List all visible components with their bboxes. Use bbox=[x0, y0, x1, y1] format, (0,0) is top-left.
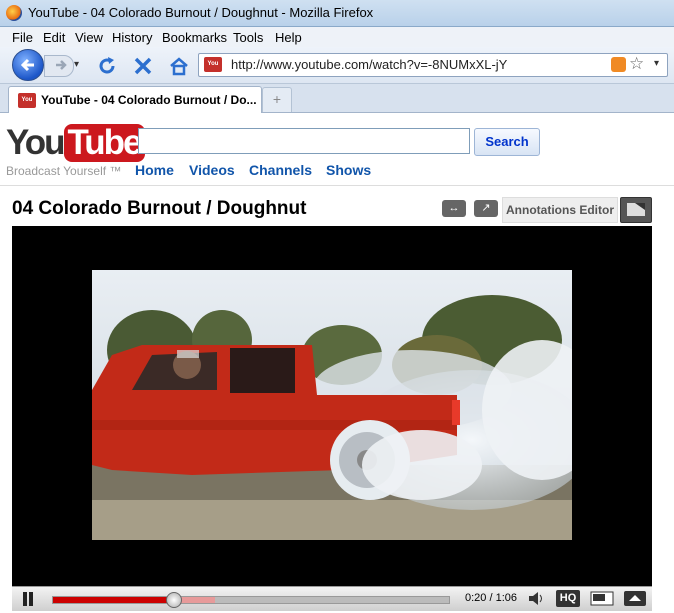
url-dropdown-icon[interactable]: ▾ bbox=[654, 58, 659, 69]
tab-bar: You YouTube - 04 Colorado Burnout / Do..… bbox=[0, 84, 674, 113]
menu-help[interactable]: Help bbox=[275, 30, 302, 45]
divider bbox=[0, 185, 674, 186]
firefox-icon bbox=[6, 5, 22, 21]
search-button[interactable]: Search bbox=[474, 128, 540, 156]
scrubber-handle[interactable] bbox=[165, 592, 182, 608]
forward-arrow-icon bbox=[56, 60, 67, 70]
expand-player-icon[interactable]: ↔ bbox=[442, 200, 466, 217]
menu-bar: File Edit View History Bookmarks Tools H… bbox=[0, 27, 674, 47]
video-frame[interactable] bbox=[92, 270, 572, 540]
history-dropdown-icon[interactable]: ▾ bbox=[74, 59, 79, 70]
navigation-toolbar: ▾ You http://www.youtube.com/watch?v=-8N… bbox=[0, 47, 674, 84]
annotations-editor-button[interactable]: Annotations Editor bbox=[502, 197, 618, 223]
menu-bookmarks[interactable]: Bookmarks bbox=[162, 30, 227, 45]
tagline: Broadcast Yourself ™ bbox=[6, 164, 122, 178]
tab-youtube[interactable]: You YouTube - 04 Colorado Burnout / Do..… bbox=[8, 86, 262, 113]
menu-history[interactable]: History bbox=[112, 30, 152, 45]
search-input[interactable] bbox=[138, 128, 470, 154]
player-controls: 0:20 / 1:06 HQ bbox=[12, 586, 652, 611]
stop-icon[interactable] bbox=[132, 55, 154, 77]
nav-shows[interactable]: Shows bbox=[326, 162, 371, 178]
video-scene bbox=[92, 270, 572, 540]
new-tab-button[interactable]: + bbox=[262, 87, 292, 112]
progress-bar[interactable] bbox=[52, 592, 450, 608]
nav-home[interactable]: Home bbox=[135, 162, 174, 178]
nav-channels[interactable]: Channels bbox=[249, 162, 312, 178]
menu-tools[interactable]: Tools bbox=[233, 30, 263, 45]
rss-feed-icon[interactable] bbox=[611, 57, 626, 72]
annotation-page-icon bbox=[627, 203, 645, 216]
timecode: 0:20 / 1:06 bbox=[465, 592, 517, 604]
fullscreen-menu-icon[interactable] bbox=[623, 590, 647, 607]
reload-icon[interactable] bbox=[96, 55, 118, 77]
back-arrow-icon bbox=[20, 58, 34, 72]
tab-label: YouTube - 04 Colorado Burnout / Do... bbox=[41, 93, 257, 107]
window-title: YouTube - 04 Colorado Burnout / Doughnut… bbox=[28, 5, 374, 20]
youtube-favicon-icon: You bbox=[204, 57, 222, 72]
logo-tube: Tube bbox=[63, 124, 145, 162]
pause-icon[interactable] bbox=[22, 592, 34, 606]
volume-icon[interactable] bbox=[527, 590, 545, 607]
popout-icon[interactable]: ↗ bbox=[474, 200, 498, 217]
bookmark-star-icon[interactable]: ☆ bbox=[629, 54, 644, 74]
widescreen-icon[interactable] bbox=[590, 590, 614, 607]
window-titlebar: YouTube - 04 Colorado Burnout / Doughnut… bbox=[0, 0, 674, 27]
forward-button[interactable] bbox=[44, 55, 74, 77]
address-url: http://www.youtube.com/watch?v=-8NUMxXL-… bbox=[231, 57, 508, 72]
logo-you: You bbox=[6, 123, 65, 162]
hq-button[interactable]: HQ bbox=[556, 590, 580, 607]
menu-edit[interactable]: Edit bbox=[43, 30, 65, 45]
video-title: 04 Colorado Burnout / Doughnut bbox=[12, 198, 307, 219]
menu-view[interactable]: View bbox=[75, 30, 103, 45]
menu-file[interactable]: File bbox=[12, 30, 33, 45]
youtube-favicon-icon: You bbox=[18, 93, 36, 108]
played-bar bbox=[53, 597, 173, 603]
youtube-logo[interactable]: You Tube bbox=[6, 123, 145, 163]
annotations-toggle-icon[interactable] bbox=[620, 197, 652, 223]
nav-videos[interactable]: Videos bbox=[189, 162, 235, 178]
address-bar[interactable]: You http://www.youtube.com/watch?v=-8NUM… bbox=[198, 53, 668, 77]
home-icon[interactable] bbox=[168, 55, 190, 77]
back-button[interactable] bbox=[12, 49, 44, 81]
